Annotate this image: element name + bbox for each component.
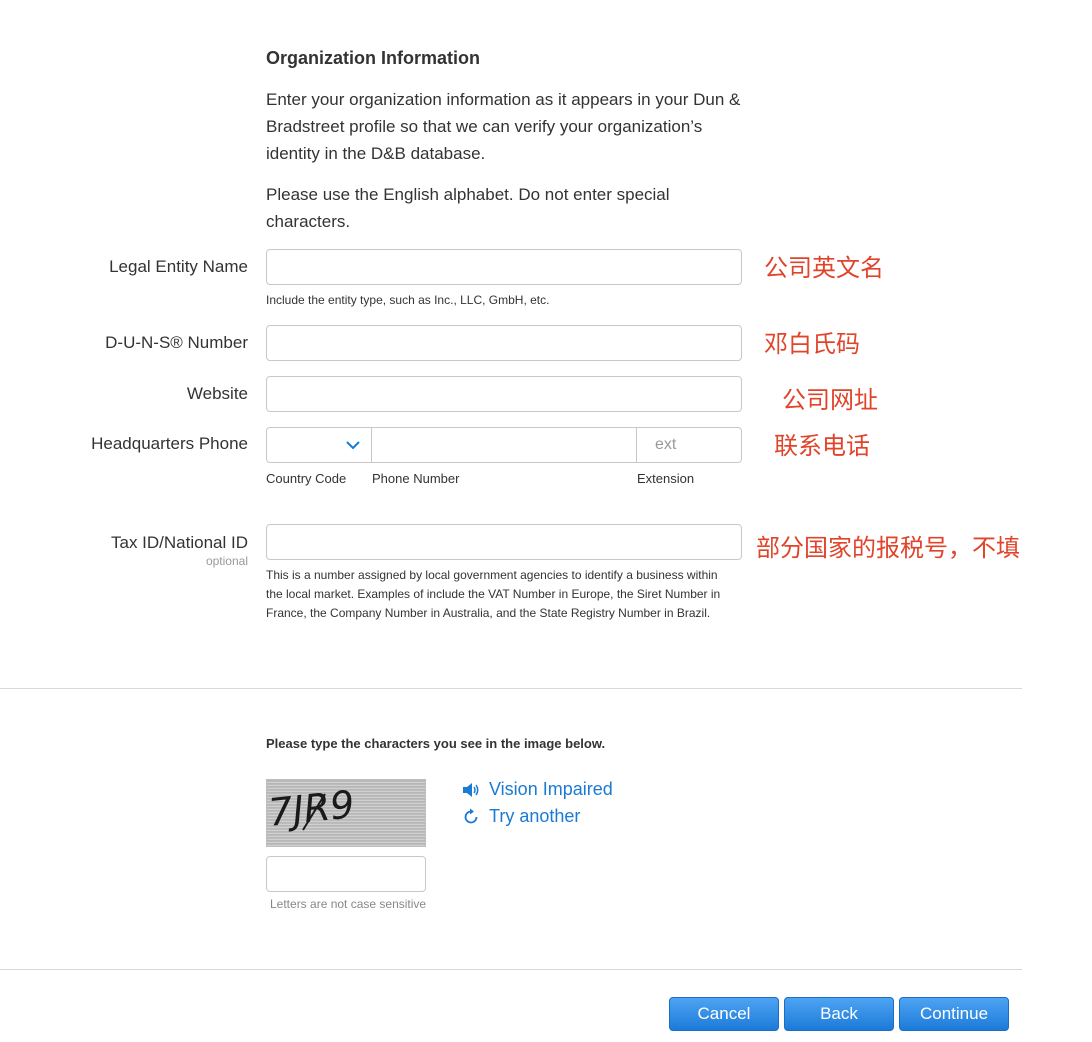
try-another-link[interactable]: Try another [461,806,580,827]
tax-id-hint: This is a number assigned by local gover… [266,568,721,620]
tax-id-optional: optional [205,554,248,568]
back-button[interactable]: Back [784,997,894,1031]
captcha-image: 7JR9 [266,779,426,847]
vision-impaired-label: Vision Impaired [489,779,613,799]
phone-group [266,427,742,464]
phone-annotation: 联系电话 [774,432,870,460]
country-code-select[interactable] [267,428,372,462]
phone-number-caption: Phone Number [372,471,460,486]
website-annotation: 公司网址 [782,386,878,414]
website-label: Website [186,384,248,403]
legal-entity-hint: Include the entity type, such as Inc., L… [266,293,550,307]
duns-label: D-U-N-S® Number [105,333,248,352]
continue-button[interactable]: Continue [899,997,1009,1031]
website-input[interactable] [266,376,742,412]
phone-label: Headquarters Phone [91,434,248,453]
legal-entity-annotation: 公司英文名 [764,254,884,282]
speaker-icon [463,782,479,797]
captcha-text: 7JR9 [267,782,356,835]
country-code-caption: Country Code [266,471,347,486]
captcha-hint: Letters are not case sensitive [270,897,427,911]
phone-number-input[interactable] [372,428,640,464]
chevron-down-icon [346,441,360,450]
duns-input[interactable] [266,325,742,361]
extension-input[interactable] [636,428,741,462]
cancel-button[interactable]: Cancel [669,997,779,1031]
alphabet-note: Please use the English alphabet. Do not … [266,185,670,231]
captcha-prompt: Please type the characters you see in th… [266,736,606,751]
captcha-input[interactable] [266,856,426,892]
tax-id-annotation: 部分国家的报税号，不填 [756,534,1020,562]
extension-caption: Extension [637,471,695,486]
refresh-icon [464,808,478,823]
legal-entity-input[interactable] [266,249,742,285]
divider-top [0,688,1022,689]
tax-id-input[interactable] [266,524,742,560]
vision-impaired-link[interactable]: Vision Impaired [461,779,613,800]
tax-id-label: Tax ID/National ID [111,533,248,552]
intro-text: Enter your organization information as i… [266,90,741,163]
captcha-text-graphic: 7JR9 [267,782,356,835]
section-title: Organization Information [266,48,480,68]
duns-annotation: 邓白氏码 [764,330,860,358]
try-another-label: Try another [489,806,581,826]
divider-bottom [0,969,1022,970]
legal-entity-label: Legal Entity Name [109,257,248,276]
